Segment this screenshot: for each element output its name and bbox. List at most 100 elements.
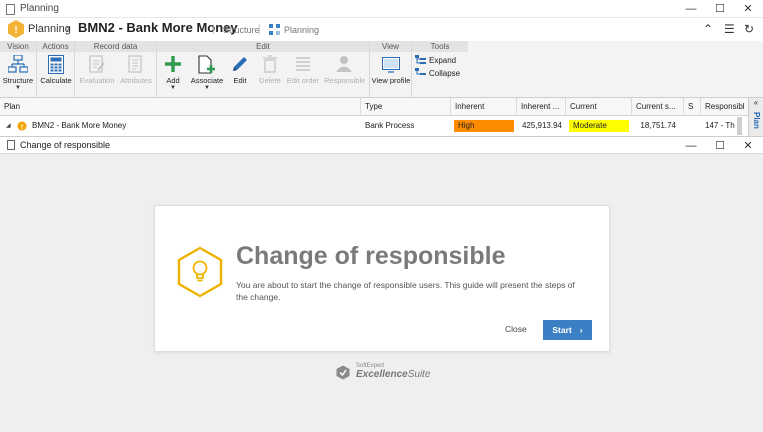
calculate-label: Calculate [40,76,72,85]
structure-button[interactable]: Structure ▼ [0,54,38,91]
responsible-button[interactable]: Responsible [324,54,366,85]
refresh-icon[interactable]: ↻ [744,22,754,36]
svg-text:!: ! [14,25,17,36]
collapse-up-icon[interactable]: ⌃ [703,22,713,36]
column-header-s[interactable]: S [684,98,701,116]
modal-body: Change of responsible You are about to s… [0,154,763,432]
column-header-inherent-value[interactable]: Inherent ... [517,98,566,116]
group-title: Record data [75,41,156,52]
responsible-label: Responsible [324,76,366,85]
maximize-button[interactable]: ☐ [705,0,735,18]
edit-order-icon [292,54,314,74]
column-header-current[interactable]: Current [566,98,632,116]
ribbon-toolbar: Vision Structure ▼ Actions Calculate Rec… [0,41,763,98]
column-header-type[interactable]: Type [361,98,451,116]
expand-row-icon[interactable]: ◢ [2,116,11,136]
start-label: Start [552,325,572,335]
view-profile-button[interactable]: View profile [371,54,411,85]
planning-hex-icon: ! [8,20,24,38]
calculator-icon [45,54,67,74]
structure-label: Structure [2,76,34,85]
wizard-description: You are about to start the change of res… [236,280,575,302]
app-document-icon [6,4,15,15]
brand-product: ExcellenceSuite [356,369,431,380]
side-panel-label: Plan [752,112,761,129]
list-menu-icon[interactable]: ☰ [724,22,735,36]
edit-order-button[interactable]: Edit order [283,54,323,85]
breadcrumb-separator-icon: › [66,21,70,35]
responsible-cell: 147 - Tho [705,121,735,130]
modal-maximize-button[interactable]: ☐ [705,137,735,155]
evaluation-button[interactable]: Evaluation [77,54,117,85]
current-value-cell: 18,751.74 [640,121,676,130]
chevron-right-icon: › [579,325,583,335]
modal-minimize-button[interactable]: — [676,137,706,155]
inherent-risk-badge: High [454,120,514,132]
edit-order-label: Edit order [286,76,320,85]
window-title: Planning [20,3,59,14]
structure-link[interactable]: Structure [223,25,260,35]
header-divider: | [212,24,215,35]
current-risk-badge: Moderate [569,120,629,132]
expand-label: Expand [429,55,457,65]
view-profile-icon [380,54,402,74]
pencil-icon [229,54,251,74]
ribbon-group-record-data: Record data Evaluation Attributes [75,41,157,98]
grid-scrollbar[interactable] [737,117,742,135]
side-panel-toggle-icon[interactable]: « [749,98,763,107]
plus-icon [162,54,184,74]
planning-link[interactable]: Planning [284,25,319,35]
inherent-value-cell: 425,913.94 [521,121,562,130]
wizard-heading: Change of responsible [236,242,506,270]
collapse-button[interactable]: Collapse [415,68,460,78]
evaluation-label: Evaluation [79,76,115,85]
collapse-icon [415,68,426,75]
start-button[interactable]: Start › [543,320,592,340]
calculate-button[interactable]: Calculate [36,54,76,85]
group-title: Vision [0,41,36,52]
evaluation-icon [86,54,108,74]
column-header-inherent[interactable]: Inherent [451,98,517,116]
wizard-card: Change of responsible You are about to s… [154,205,610,352]
attributes-label: Attributes [120,76,152,85]
ribbon-group-view: View View profile [370,41,412,98]
lightbulb-hex-icon [177,246,223,298]
expand-icon [415,55,426,64]
type-cell: Bank Process [365,121,415,130]
dropdown-caret-icon: ▼ [15,85,21,91]
plan-warning-icon: ! [17,121,27,131]
brand-suite: Suite [407,369,431,380]
window-titlebar: Planning — ☐ ✕ [0,0,763,18]
ribbon-group-tools: Tools Expand Collapse [412,41,468,98]
ribbon-group-vision: Vision Structure ▼ [0,41,37,98]
group-title: Actions [37,41,74,52]
close-window-button[interactable]: ✕ [733,0,763,18]
plan-side-panel[interactable]: « Plan [748,98,763,138]
structure-icon [7,54,29,74]
modal-close-window-button[interactable]: ✕ [733,137,763,155]
group-title: Tools [412,41,468,52]
associate-icon [196,54,218,74]
attributes-icon [125,54,147,74]
group-title: Edit [157,41,369,52]
grid-header: Plan Type Inherent Inherent ... Current … [0,98,748,116]
modal-titlebar: Change of responsible — ☐ ✕ [0,136,763,154]
plan-name-cell: BMN2 - Bank More Money [32,121,127,130]
table-row[interactable]: ◢ ! BMN2 - Bank More Money Bank Process … [0,116,748,136]
trash-icon [259,54,281,74]
attributes-button[interactable]: Attributes [116,54,156,85]
column-header-current-value[interactable]: Current s... [632,98,684,116]
view-profile-label: View profile [371,76,411,85]
expand-button[interactable]: Expand [415,55,456,65]
column-header-plan[interactable]: Plan [0,98,361,116]
header-divider: | [258,24,261,35]
planning-link-icon [269,24,280,35]
breadcrumb-planning[interactable]: Planning [28,23,71,35]
column-header-responsible[interactable]: Responsibl [701,98,748,116]
ribbon-group-actions: Actions Calculate [37,41,75,98]
page-header: ! Planning › BMN2 - Bank More Money | St… [0,18,763,41]
modal-document-icon [7,140,15,150]
close-button[interactable]: Close [505,324,527,334]
minimize-button[interactable]: — [676,0,706,18]
brand-main: Excellence [356,369,408,380]
